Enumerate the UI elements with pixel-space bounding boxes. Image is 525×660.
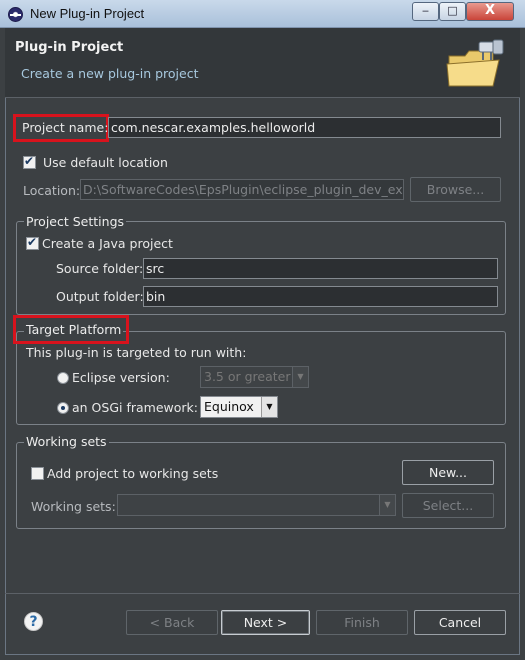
create-java-project-label: Create a Java project bbox=[42, 236, 173, 251]
chevron-down-icon: ▼ bbox=[379, 495, 395, 515]
eclipse-version-radio[interactable] bbox=[57, 372, 69, 384]
create-java-project-checkbox[interactable] bbox=[26, 235, 39, 250]
use-default-location-label: Use default location bbox=[43, 155, 168, 170]
add-to-working-sets-label: Add project to working sets bbox=[47, 466, 219, 481]
browse-button[interactable]: Browse... bbox=[410, 177, 501, 202]
chevron-down-icon: ▼ bbox=[292, 367, 308, 387]
osgi-framework-label: an OSGi framework: bbox=[72, 400, 198, 415]
eclipse-version-label: Eclipse version: bbox=[72, 370, 170, 385]
back-button[interactable]: < Back bbox=[126, 610, 218, 635]
output-folder-input[interactable]: bin bbox=[143, 286, 498, 307]
osgi-framework-select[interactable]: Equinox ▼ bbox=[200, 396, 278, 418]
close-button[interactable]: X bbox=[466, 2, 514, 21]
osgi-framework-radio[interactable] bbox=[57, 402, 69, 414]
next-button[interactable]: Next > bbox=[221, 610, 310, 635]
working-sets-select[interactable]: ▼ bbox=[117, 494, 396, 516]
wizard-header: Plug-in Project Create a new plug-in pro… bbox=[5, 28, 520, 98]
cancel-button[interactable]: Cancel bbox=[414, 610, 506, 635]
eclipse-version-value: 3.5 or greater bbox=[204, 369, 291, 384]
add-to-working-sets-checkbox[interactable] bbox=[31, 467, 44, 480]
help-icon[interactable]: ? bbox=[24, 612, 43, 631]
chevron-down-icon: ▼ bbox=[261, 397, 277, 417]
page-description: Create a new plug-in project bbox=[21, 66, 199, 81]
location-label: Location: bbox=[23, 183, 81, 198]
use-default-location-checkbox[interactable] bbox=[23, 154, 36, 169]
location-input[interactable]: D:\SoftwareCodes\EpsPlugin\eclipse_plugi… bbox=[80, 179, 404, 200]
osgi-framework-value: Equinox bbox=[204, 399, 254, 414]
page-title: Plug-in Project bbox=[15, 40, 124, 55]
maximize-button[interactable]: □ bbox=[439, 2, 466, 21]
folder-plugin-icon bbox=[446, 39, 504, 87]
eclipse-icon bbox=[8, 7, 23, 22]
window-title: New Plug-in Project bbox=[30, 6, 145, 21]
window-titlebar: New Plug-in Project ‒ □ X bbox=[0, 0, 525, 28]
finish-button[interactable]: Finish bbox=[316, 610, 408, 635]
target-platform-intro: This plug-in is targeted to run with: bbox=[26, 345, 247, 360]
source-folder-label: Source folder: bbox=[56, 261, 144, 276]
minimize-button[interactable]: ‒ bbox=[412, 2, 439, 21]
target-platform-title: Target Platform bbox=[24, 322, 124, 337]
working-sets-title: Working sets bbox=[24, 434, 109, 449]
source-folder-input[interactable]: src bbox=[143, 258, 498, 279]
working-sets-label: Working sets: bbox=[31, 499, 116, 514]
select-working-sets-button[interactable]: Select... bbox=[402, 493, 494, 518]
new-working-set-button[interactable]: New... bbox=[402, 460, 494, 485]
eclipse-version-select[interactable]: 3.5 or greater ▼ bbox=[200, 366, 309, 388]
project-settings-title: Project Settings bbox=[24, 214, 127, 229]
footer-separator bbox=[5, 593, 520, 594]
output-folder-label: Output folder: bbox=[56, 289, 144, 304]
project-name-input[interactable]: com.nescar.examples.helloworld bbox=[108, 117, 501, 138]
project-name-label: Project name: bbox=[22, 120, 109, 135]
